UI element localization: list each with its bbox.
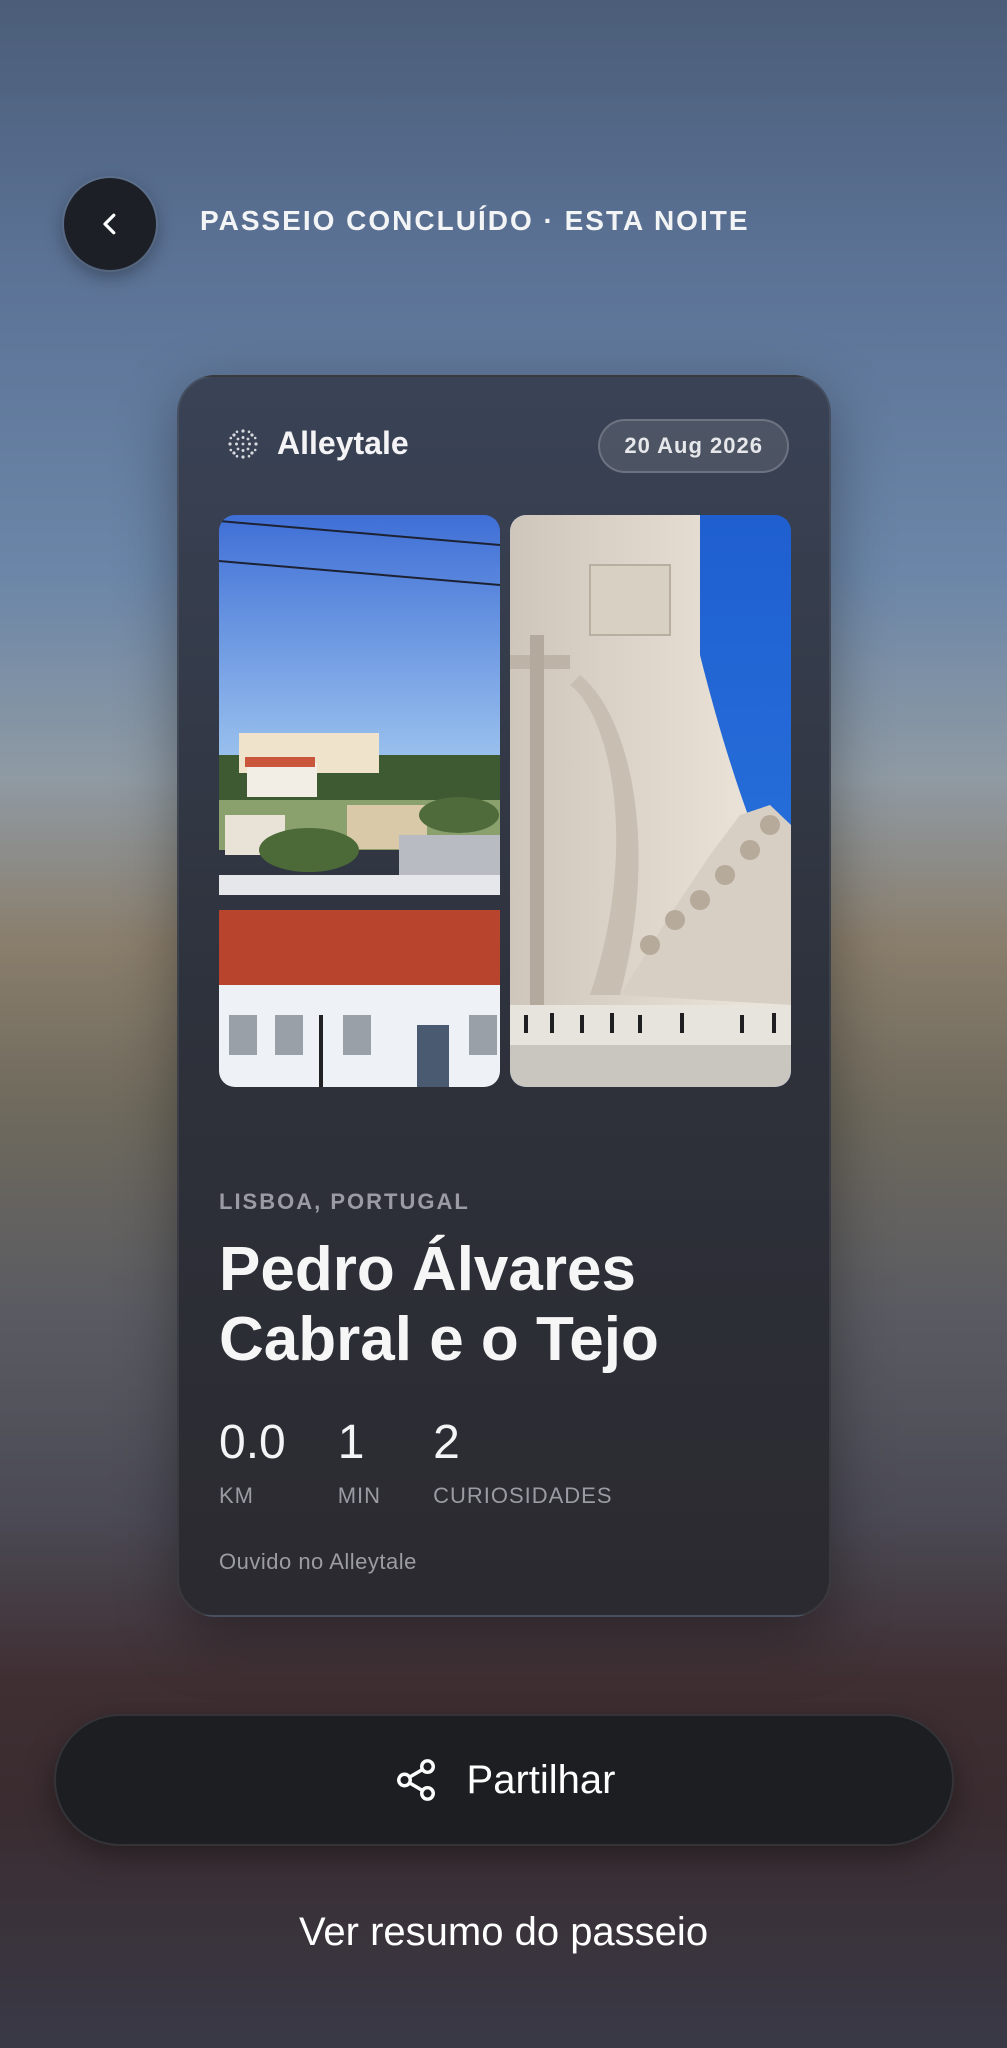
share-icon xyxy=(396,1759,435,1801)
stat-value: 1 xyxy=(337,1416,365,1469)
brand-name: Alleytale xyxy=(277,425,409,461)
stat-label: MIN xyxy=(337,1483,382,1508)
tour-title-line-2: Cabral e o Tejo xyxy=(219,1305,659,1374)
share-button-label: Partilhar xyxy=(466,1757,616,1802)
share-button[interactable]: Partilhar xyxy=(54,1714,954,1846)
brand: Alleytale xyxy=(227,425,409,462)
stat-duration: 1 MIN xyxy=(338,1415,381,1509)
lisbon-rooftops-photo xyxy=(219,515,500,1087)
back-button[interactable] xyxy=(64,178,156,270)
tour-title-line-1: Pedro Álvares xyxy=(219,1235,636,1304)
stat-label: KM xyxy=(219,1483,254,1508)
date-badge: 20 Aug 2026 xyxy=(598,419,789,473)
chevron-left-icon xyxy=(103,213,116,235)
padrao-dos-descobrimentos-photo xyxy=(510,515,791,1087)
tour-share-card: Alleytale 20 Aug 2026 LISBOA, PORTUGAL P… xyxy=(177,375,831,1617)
view-tour-summary-link[interactable]: Ver resumo do passeio xyxy=(0,1910,1007,1955)
page-title: PASSEIO CONCLUÍDO · ESTA NOITE xyxy=(200,205,750,236)
stat-distance: 0.0 KM xyxy=(219,1415,286,1509)
stat-value: 2 xyxy=(433,1416,460,1469)
tour-stats: 0.0 KM 1 MIN 2 CURIOSIDADES xyxy=(219,1415,665,1509)
card-footnote: Ouvido no Alleytale xyxy=(219,1549,417,1574)
location-label: LISBOA, PORTUGAL xyxy=(219,1189,470,1214)
tour-title: Pedro Álvares Cabral e o Tejo xyxy=(219,1235,789,1375)
stat-label: CURIOSIDADES xyxy=(433,1483,613,1508)
photo-collage xyxy=(219,515,791,1087)
stat-curiosities: 2 CURIOSIDADES xyxy=(433,1415,612,1509)
stat-value: 0.0 xyxy=(219,1416,286,1469)
dotted-globe-icon xyxy=(228,428,258,459)
